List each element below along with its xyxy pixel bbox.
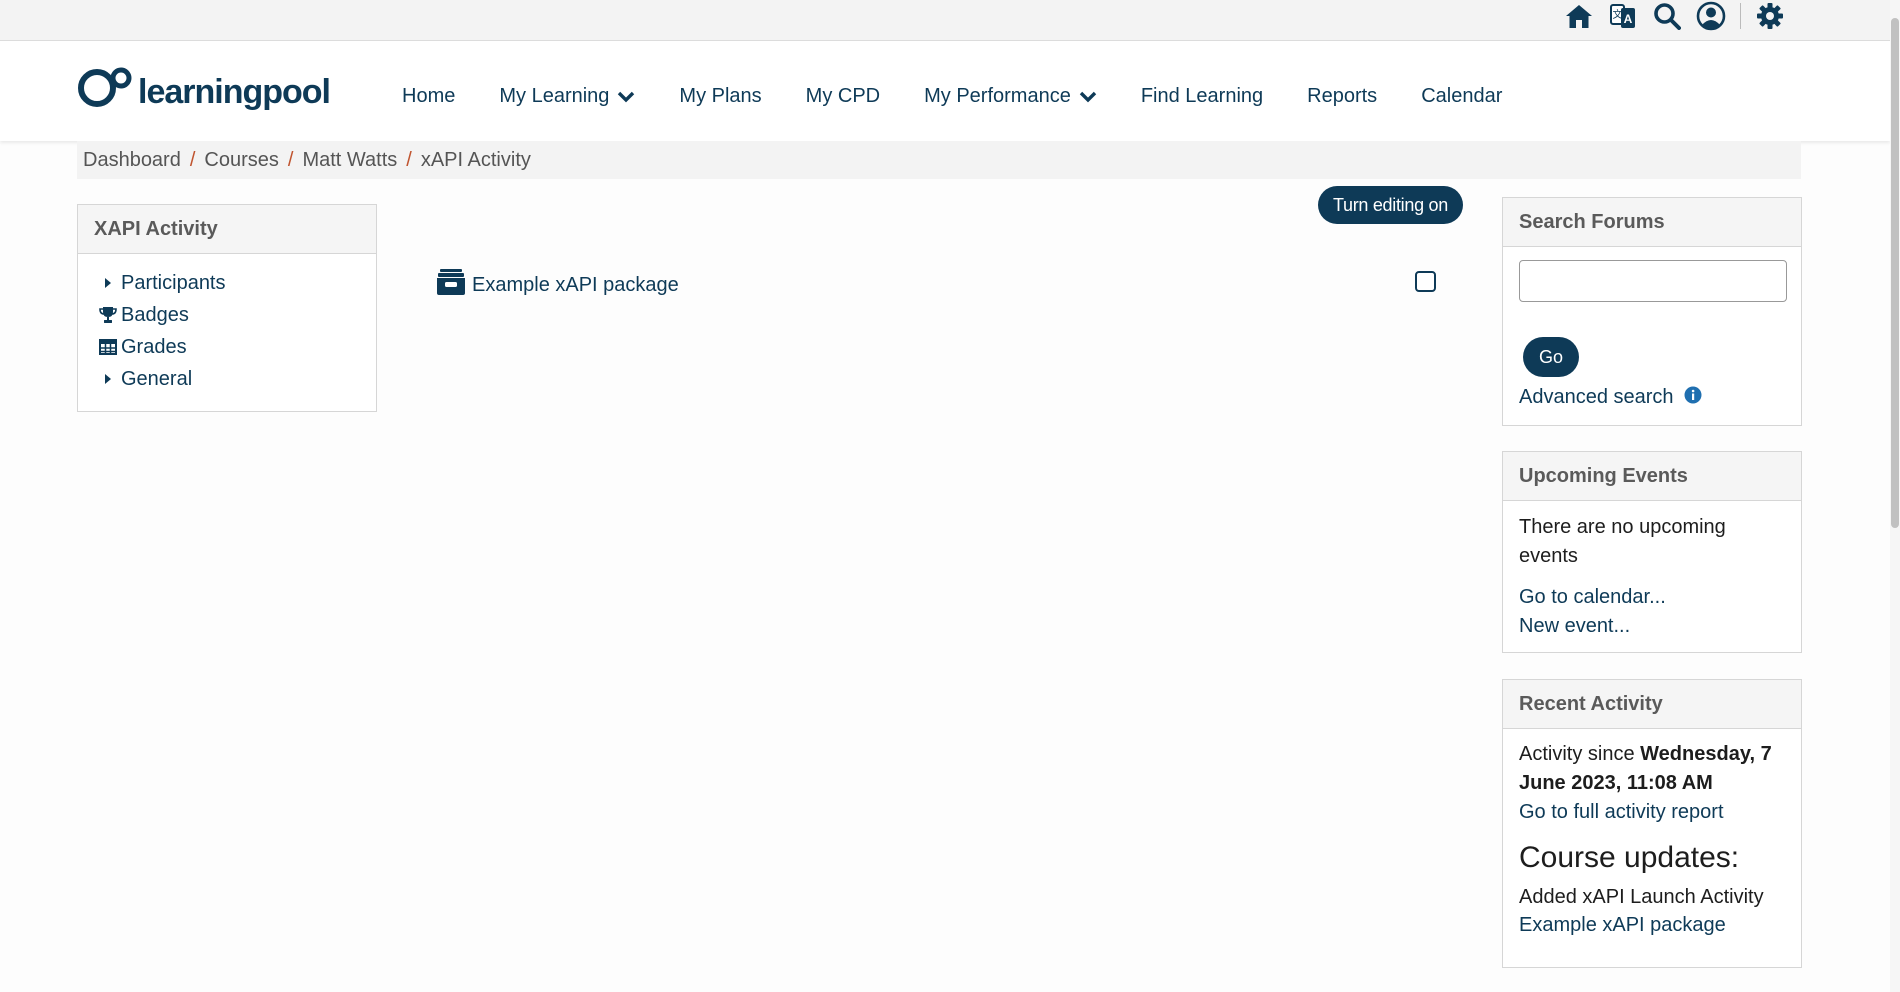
breadcrumb: Dashboard / Courses / Matt Watts / xAPI … <box>77 141 1801 179</box>
activity-since-text: Activity since Wednesday, 7 June 2023, 1… <box>1519 740 1785 798</box>
nav-general-label: General <box>121 367 193 390</box>
home-icon[interactable] <box>1564 1 1594 31</box>
nav-calendar[interactable]: Calendar <box>1399 85 1524 108</box>
nav-label: My Performance <box>924 85 1071 107</box>
recent-activity-block: Recent Activity Activity since Wednesday… <box>1502 679 1802 968</box>
main-navigation: Home My Learning My Plans My CPD My Perf… <box>380 85 1524 108</box>
activity-label: Example xAPI package <box>472 273 679 296</box>
breadcrumb-separator: / <box>406 148 412 171</box>
caret-right-icon <box>97 373 119 385</box>
breadcrumb-separator: / <box>287 148 294 171</box>
breadcrumb-courses[interactable]: Courses <box>204 149 278 172</box>
nav-label: Home <box>402 85 456 107</box>
course-update-link[interactable]: Example xAPI package <box>1519 912 1785 939</box>
learningpool-logo[interactable]: learningpool <box>78 67 331 111</box>
nav-badges[interactable]: Badges <box>97 299 376 331</box>
nav-label: Reports <box>1307 85 1378 107</box>
search-forums-input[interactable] <box>1519 260 1787 302</box>
gear-icon[interactable] <box>1755 1 1785 31</box>
breadcrumb-current[interactable]: xAPI Activity <box>421 149 531 172</box>
svg-text:A: A <box>1624 12 1633 26</box>
course-update-text: Added xAPI Launch Activity <box>1519 886 1764 908</box>
activity-since-prefix: Activity since <box>1519 743 1641 765</box>
divider <box>1740 3 1741 29</box>
caret-right-icon <box>97 277 119 289</box>
nav-list: Participants Badges Grades General <box>78 254 376 395</box>
block-title: Upcoming Events <box>1503 452 1801 501</box>
table-icon <box>97 339 119 355</box>
info-icon[interactable] <box>1684 386 1702 409</box>
advanced-search-row: Advanced search <box>1519 386 1702 409</box>
nav-general[interactable]: General <box>97 363 376 395</box>
archive-icon <box>436 268 466 302</box>
nav-my-plans[interactable]: My Plans <box>657 85 783 108</box>
nav-participants[interactable]: Participants <box>97 267 376 299</box>
nav-badges-label: Badges <box>121 303 189 326</box>
turn-editing-on-button[interactable]: Turn editing on <box>1318 186 1463 224</box>
go-to-calendar-link[interactable]: Go to calendar... <box>1519 583 1785 612</box>
nav-find-learning[interactable]: Find Learning <box>1119 85 1285 108</box>
nav-participants-label: Participants <box>121 271 226 294</box>
logo-mark <box>78 67 132 107</box>
nav-label: My Plans <box>679 85 762 107</box>
nav-label: My Learning <box>499 85 610 107</box>
user-icon[interactable] <box>1696 1 1726 31</box>
nav-my-cpd[interactable]: My CPD <box>784 85 902 108</box>
advanced-search-link[interactable]: Advanced search <box>1519 386 1674 409</box>
nav-home[interactable]: Home <box>380 85 477 108</box>
scrollbar-thumb[interactable] <box>1891 18 1899 528</box>
block-title: XAPI Activity <box>78 205 376 254</box>
nav-my-performance[interactable]: My Performance <box>902 85 1119 108</box>
upcoming-events-content: There are no upcoming events Go to calen… <box>1503 501 1801 641</box>
nav-label: Calendar <box>1421 85 1503 107</box>
top-utility-bar: A文 <box>0 0 1900 41</box>
chevron-down-icon <box>618 91 635 102</box>
nav-my-learning[interactable]: My Learning <box>477 85 657 108</box>
breadcrumb-course[interactable]: Matt Watts <box>302 149 397 172</box>
breadcrumb-separator: / <box>189 148 196 171</box>
recent-activity-content: Activity since Wednesday, 7 June 2023, 1… <box>1503 729 1801 939</box>
chevron-down-icon <box>1079 91 1097 102</box>
course-navigation-block: XAPI Activity Participants Badges Grades… <box>77 204 377 412</box>
go-button[interactable]: Go <box>1523 337 1579 377</box>
svg-text:文: 文 <box>1613 8 1623 21</box>
nav-label: My CPD <box>805 85 881 107</box>
block-title: Recent Activity <box>1503 680 1801 729</box>
language-icon[interactable]: A文 <box>1608 1 1638 31</box>
logo-text: learningpool <box>138 73 331 111</box>
trophy-icon <box>97 306 119 324</box>
top-icons: A文 <box>1564 0 1785 32</box>
block-title: Search Forums <box>1503 198 1801 247</box>
full-activity-report-link[interactable]: Go to full activity report <box>1519 798 1785 827</box>
search-icon[interactable] <box>1652 1 1682 31</box>
nav-label: Find Learning <box>1140 85 1264 107</box>
new-event-link[interactable]: New event... <box>1519 612 1785 641</box>
nav-grades-label: Grades <box>121 335 187 358</box>
upcoming-events-block: Upcoming Events There are no upcoming ev… <box>1502 451 1802 653</box>
no-events-message: There are no upcoming events <box>1519 516 1726 567</box>
site-header: learningpool Home My Learning My Plans M… <box>0 41 1890 141</box>
nav-reports[interactable]: Reports <box>1285 85 1399 108</box>
activity-link[interactable]: Example xAPI package <box>436 268 679 302</box>
completion-checkbox[interactable] <box>1415 271 1436 292</box>
nav-grades[interactable]: Grades <box>97 331 376 363</box>
search-forums-block: Search Forums Go Advanced search <box>1502 197 1802 426</box>
breadcrumb-dashboard[interactable]: Dashboard <box>83 149 181 172</box>
course-updates-heading: Course updates: <box>1519 841 1740 874</box>
